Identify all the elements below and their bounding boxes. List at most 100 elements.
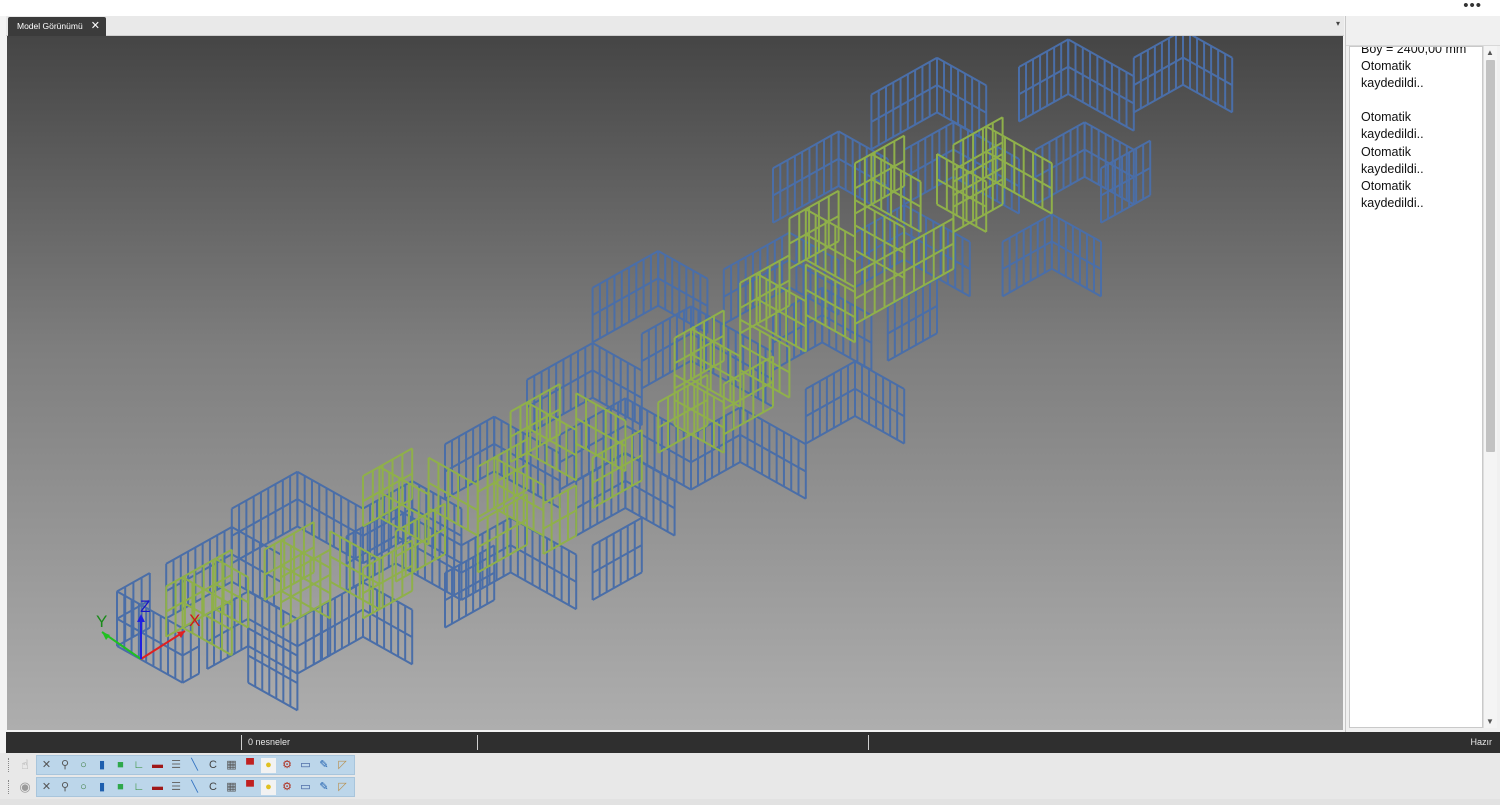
more-options-button[interactable]: ••• [1463,0,1482,14]
wall-frame [591,250,660,344]
scroll-thumb[interactable] [1486,60,1495,452]
ruler-icon[interactable]: ◸ [335,780,350,795]
selected-objects-count: 0 nesneler [248,737,291,747]
circle-icon[interactable]: ○ [76,780,91,795]
y-axis-arrow [102,632,110,640]
wall-frame [870,56,938,151]
pencil-icon[interactable]: ✎ [317,780,332,795]
log-line: kaydedildi.. [1361,76,1424,91]
status-separator [477,735,478,750]
wall-red-icon[interactable]: ▀ [243,780,258,795]
cube-green-icon[interactable]: ■ [113,758,128,773]
log-line: kaydedildi.. [1361,161,1424,176]
wall-frame [591,516,643,601]
log-line: Otomatik [1361,59,1412,74]
status-separator [868,735,869,750]
member-icon[interactable]: ⚲ [58,758,73,773]
yellow-dot-icon[interactable]: ● [261,780,276,795]
monitor-icon[interactable]: ▭ [298,780,313,795]
wall-frame [804,263,856,344]
eye-icon[interactable]: ◉ [16,778,34,796]
wall-red-icon[interactable]: ▀ [243,758,258,773]
stack-icon[interactable]: ☰ [169,780,184,795]
wall-frame [854,134,906,215]
log-lines: Boy = 2400,00 mm Otomatik kaydedildi.. Otom… [1361,46,1481,212]
c-profile-icon[interactable]: C [206,758,221,773]
axis-triad: X Y Z [96,597,200,660]
ruler-icon[interactable]: ◸ [335,758,350,773]
application-window: ••• Model Görünümü ✕ ▾ X Y Z Boy = 2400,… [0,0,1500,805]
wall-frame [1050,213,1102,298]
wall-frame [739,406,807,500]
tab-label: Model Görünümü [17,21,83,31]
cross-icon[interactable]: ✕ [39,780,54,795]
close-icon[interactable]: ✕ [91,17,100,36]
scroll-down-icon[interactable]: ▼ [1486,717,1494,726]
panel-blue-icon[interactable]: ▮ [95,758,110,773]
tab-model-view[interactable]: Model Görünümü ✕ [8,17,106,36]
log-line: Otomatik [1361,178,1412,193]
pencil-icon[interactable]: ✎ [317,758,332,773]
monitor-icon[interactable]: ▭ [298,758,313,773]
bolt-icon[interactable]: ⚙ [280,780,295,795]
output-panel-header [1346,16,1500,46]
toolbar-grip[interactable] [8,758,10,772]
toolbar-grip[interactable] [8,780,10,794]
visibility-switches: ✕ ⚲ ○ ▮ ■ ∟ ▬ ☰ ╲ C ▦ ▀ ● ⚙ ▭ ✎ ◸ [36,777,355,797]
c-profile-icon[interactable]: C [206,780,221,795]
tab-strip: Model Görünümü ✕ ▾ [6,16,1344,36]
cube-green-icon[interactable]: ■ [113,780,128,795]
log-line: Otomatik [1361,110,1412,125]
status-separator [241,735,242,750]
output-log[interactable]: Boy = 2400,00 mm Otomatik kaydedildi.. Otom… [1349,46,1483,728]
wall-frame [854,360,906,445]
output-panel: Boy = 2400,00 mm Otomatik kaydedildi.. Otom… [1345,16,1500,732]
log-line: kaydedildi.. [1361,127,1424,142]
x-axis-line [140,630,186,660]
wall-frame [1018,38,1070,123]
log-scrollbar[interactable]: ▲ ▼ [1483,46,1497,728]
grid-icon[interactable]: ▦ [224,758,239,773]
wall-frame [1132,36,1184,114]
wall-frame [1067,38,1135,132]
wall-frame [542,484,578,555]
3d-model-viewport[interactable]: X Y Z [7,36,1343,730]
wall-frame [1001,213,1053,298]
x-axis-label: X [189,611,200,630]
bolt-icon[interactable]: ⚙ [280,758,295,773]
scroll-up-icon[interactable]: ▲ [1486,48,1494,57]
angle-icon[interactable]: ∟ [132,758,147,773]
selection-toolbars: ☝ ✕ ⚲ ○ ▮ ■ ∟ ▬ ☰ ╲ C ▦ ▀ ● ⚙ ▭ ✎ ◸ ◉ ✕ ⚲ ○ ▮ ■ ∟ ▬ ☰ ╲ C ▦ ▀ ● ⚙ ▭ ✎ ◸ [0,753,1500,805]
status-bar: 0 nesneler Hazır [6,732,1500,753]
wall-frame [1100,139,1152,224]
wall-frame [1182,36,1234,114]
log-line: Boy = 2400,00 mm [1361,46,1467,56]
angle-icon[interactable]: ∟ [132,780,147,795]
log-line: kaydedildi.. [1361,195,1424,210]
toolbar-lead: ☝ [6,755,36,775]
selection-switches: ✕ ⚲ ○ ▮ ■ ∟ ▬ ☰ ╲ C ▦ ▀ ● ⚙ ▭ ✎ ◸ [36,755,355,775]
wall-frame [476,493,528,574]
grid-icon[interactable]: ▦ [224,780,239,795]
status-text: Hazır [1470,737,1492,747]
y-axis-label: Y [96,612,107,631]
title-strip: ••• [0,0,1500,16]
line-icon[interactable]: ╲ [187,780,202,795]
bottom-strip [0,799,1500,805]
circle-icon[interactable]: ○ [76,758,91,773]
panel-blue-icon[interactable]: ▮ [95,780,110,795]
plate-red-icon[interactable]: ▬ [150,758,165,773]
line-icon[interactable]: ╲ [187,758,202,773]
toolbar-lead: ◉ [6,777,36,797]
plate-red-icon[interactable]: ▬ [150,780,165,795]
stack-icon[interactable]: ☰ [169,758,184,773]
member-icon[interactable]: ⚲ [58,780,73,795]
yellow-dot-icon[interactable]: ● [261,758,276,773]
cross-icon[interactable]: ✕ [39,758,54,773]
z-axis-label: Z [140,597,150,616]
hand-icon[interactable]: ☝ [16,756,34,774]
chevron-down-icon[interactable]: ▾ [1336,19,1340,28]
log-line: Otomatik [1361,144,1412,159]
wall-frame [804,360,856,445]
